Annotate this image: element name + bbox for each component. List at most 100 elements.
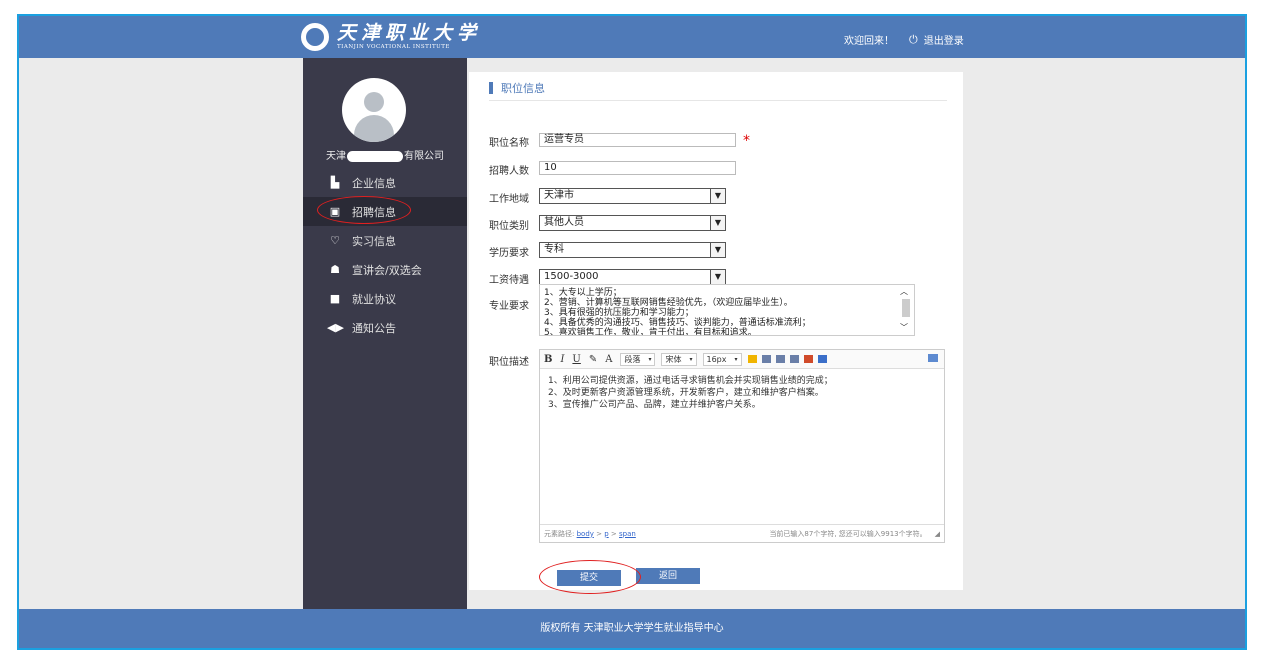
footer: 版权所有 天津职业大学学生就业指导中心 [19, 609, 1245, 648]
editor-toolbar: B I U ✎ A 段落 ▾ 宋体 ▾ 16px ▾ [540, 350, 944, 369]
job-description-label: 职位描述 [489, 357, 529, 368]
chevron-down-icon: ▼ [710, 216, 725, 230]
divider [489, 100, 947, 101]
job-category-value: 其他人员 [544, 217, 584, 228]
sidebar-item-label: 企业信息 [352, 176, 396, 190]
path-link-body[interactable]: body [577, 530, 594, 538]
job-category-select[interactable]: 其他人员 ▼ [539, 215, 726, 231]
job-name-input[interactable]: 运营专员 [539, 133, 736, 147]
welcome-text: 欢迎回来！ [844, 36, 894, 47]
section-title-text: 职位信息 [501, 82, 545, 95]
logo-chinese-name: 天津职业大学 [337, 22, 482, 44]
megaphone-icon: ◀▶ [327, 321, 344, 334]
logout-button[interactable]: ⏻ 退出登录 [909, 32, 964, 48]
page-frame: 天津职业大学 TIANJIN VOCATIONAL INSTITUTE 欢迎回来… [17, 14, 1247, 650]
job-name-label: 职位名称 [489, 138, 529, 149]
description-line: 2、及时更新客户资源管理系统，开发新客户，建立和维护客户档案。 [548, 388, 824, 398]
sidebar-item-recruitment-info[interactable]: ▣ 招聘信息 [303, 197, 467, 226]
major-line: 1、大专以上学历； [544, 288, 622, 298]
headcount-label: 招聘人数 [489, 166, 529, 177]
underline-button[interactable]: U [572, 354, 580, 365]
path-link-span[interactable]: span [619, 530, 636, 538]
job-form-panel: 职位信息 职位名称 运营专员 * 招聘人数 10 工作地域 天津市 ▼ 职位类别… [469, 72, 963, 594]
major-line: 2、营销、计算机等互联网销售经验优先，（欢迎应届毕业生）。 [544, 298, 793, 308]
element-path-label: 元素路径: [544, 529, 575, 538]
work-location-select[interactable]: 天津市 ▼ [539, 188, 726, 204]
sidebar-item-label: 实习信息 [352, 234, 396, 248]
education-label: 学历要求 [489, 248, 529, 259]
align-left-icon[interactable] [747, 355, 757, 363]
chevron-down-icon: ▼ [710, 189, 725, 203]
resize-handle-icon[interactable]: ◢ [935, 530, 940, 538]
document-icon: ■ [329, 292, 341, 305]
image-icon[interactable] [803, 355, 813, 363]
back-button[interactable]: 返回 [636, 568, 700, 584]
salary-value: 1500-3000 [544, 271, 599, 282]
section-title: 职位信息 [489, 80, 545, 96]
editor-status-bar: 元素路径: body > p > span 当前已输入87个字符, 您还可以输入… [540, 524, 944, 542]
description-line: 1、利用公司提供资源，通过电话寻求销售机会并实现销售业绩的完成； [548, 376, 833, 386]
paragraph-value: 段落 [624, 354, 641, 364]
font-family-value: 宋体 [665, 354, 682, 364]
paragraph-select[interactable]: 段落 ▾ [620, 352, 656, 366]
sidebar-item-internship-info[interactable]: ♡ 实习信息 [303, 226, 467, 255]
salary-select[interactable]: 1500-3000 ▼ [539, 269, 726, 285]
major-line: 5、喜欢销售工作，敬业，肯于付出，有目标和追求。 [544, 328, 757, 336]
align-right-icon[interactable] [775, 355, 785, 363]
path-link-p[interactable]: p [604, 530, 608, 538]
character-count: 当前已输入87个字符, 您还可以输入9913个字符。 [769, 529, 927, 538]
sidebar-item-employment-agreement[interactable]: ■ 就业协议 [303, 284, 467, 313]
company-name: 天津 有限公司 [303, 147, 467, 162]
salary-label: 工资待遇 [489, 275, 529, 286]
university-logo[interactable]: 天津职业大学 TIANJIN VOCATIONAL INSTITUTE [301, 22, 481, 52]
headcount-input[interactable]: 10 [539, 161, 736, 175]
id-card-icon: ▣ [329, 205, 341, 218]
building-icon: ▙ [330, 176, 340, 189]
scroll-up-icon[interactable]: ︿ [900, 287, 908, 297]
logout-label: 退出登录 [923, 36, 964, 47]
major-requirement-label: 专业要求 [489, 301, 529, 312]
power-icon: ⏻ [909, 32, 918, 46]
font-size-value: 16px [706, 354, 727, 364]
major-line: 4、具备优秀的沟通技巧、销售技巧、谈判能力，普通话标准流利； [544, 318, 811, 328]
highlight-icon[interactable]: ✎ [589, 354, 597, 365]
company-name-prefix: 天津 [326, 151, 346, 162]
top-header: 天津职业大学 TIANJIN VOCATIONAL INSTITUTE 欢迎回来… [19, 16, 1245, 58]
sidebar-item-job-fairs[interactable]: ☗ 宣讲会/双选会 [303, 255, 467, 284]
font-color-button[interactable]: A [605, 354, 612, 365]
link-icon[interactable] [817, 355, 827, 363]
required-marker: * [743, 133, 750, 149]
major-line: 3、具有很强的抗压能力和学习能力； [544, 308, 694, 318]
align-center-icon[interactable] [761, 355, 771, 363]
submit-button[interactable]: 提交 [557, 570, 621, 586]
editor-content[interactable]: 1、利用公司提供资源，通过电话寻求销售机会并实现销售业绩的完成； 2、及时更新客… [540, 369, 944, 411]
sidebar-item-label: 就业协议 [352, 292, 396, 306]
sidebar-item-announcements[interactable]: ◀▶ 通知公告 [303, 313, 467, 342]
italic-button[interactable]: I [560, 354, 564, 365]
font-size-select[interactable]: 16px ▾ [702, 352, 742, 366]
redaction-mark [347, 150, 403, 162]
sidebar-menu: ▙ 企业信息 ▣ 招聘信息 ♡ 实习信息 ☗ 宣讲会/双选会 ■ 就业协议 ◀▶… [303, 168, 467, 342]
textarea-scrollbar[interactable]: ︿ ﹀ [900, 287, 912, 333]
chevron-down-icon: ▼ [710, 270, 725, 284]
handshake-icon: ♡ [330, 234, 340, 247]
job-category-label: 职位类别 [489, 221, 529, 232]
logo-english-name: TIANJIN VOCATIONAL INSTITUTE [337, 44, 450, 50]
avatar [342, 78, 406, 142]
sidebar: 天津 有限公司 ▙ 企业信息 ▣ 招聘信息 ♡ 实习信息 ☗ 宣讲会/双选会 ■ … [303, 58, 467, 609]
company-name-suffix: 有限公司 [404, 151, 444, 162]
fullscreen-icon[interactable] [928, 354, 938, 362]
education-select[interactable]: 专科 ▼ [539, 242, 726, 258]
sidebar-item-company-info[interactable]: ▙ 企业信息 [303, 168, 467, 197]
rich-text-editor: B I U ✎ A 段落 ▾ 宋体 ▾ 16px ▾ 1、利用公司提供资源，通过电话寻… [539, 349, 945, 543]
scroll-down-icon[interactable]: ﹀ [900, 323, 908, 333]
chevron-down-icon: ▼ [710, 243, 725, 257]
element-path: 元素路径: body > p > span [544, 529, 636, 538]
bold-button[interactable]: B [544, 354, 552, 365]
group-icon: ☗ [330, 263, 340, 276]
font-family-select[interactable]: 宋体 ▾ [661, 352, 697, 366]
justify-icon[interactable] [789, 355, 799, 363]
education-value: 专科 [544, 244, 564, 255]
major-requirement-textarea[interactable]: 1、大专以上学历； 2、营销、计算机等互联网销售经验优先，（欢迎应届毕业生）。 … [539, 284, 915, 336]
sidebar-item-label: 招聘信息 [352, 205, 396, 219]
